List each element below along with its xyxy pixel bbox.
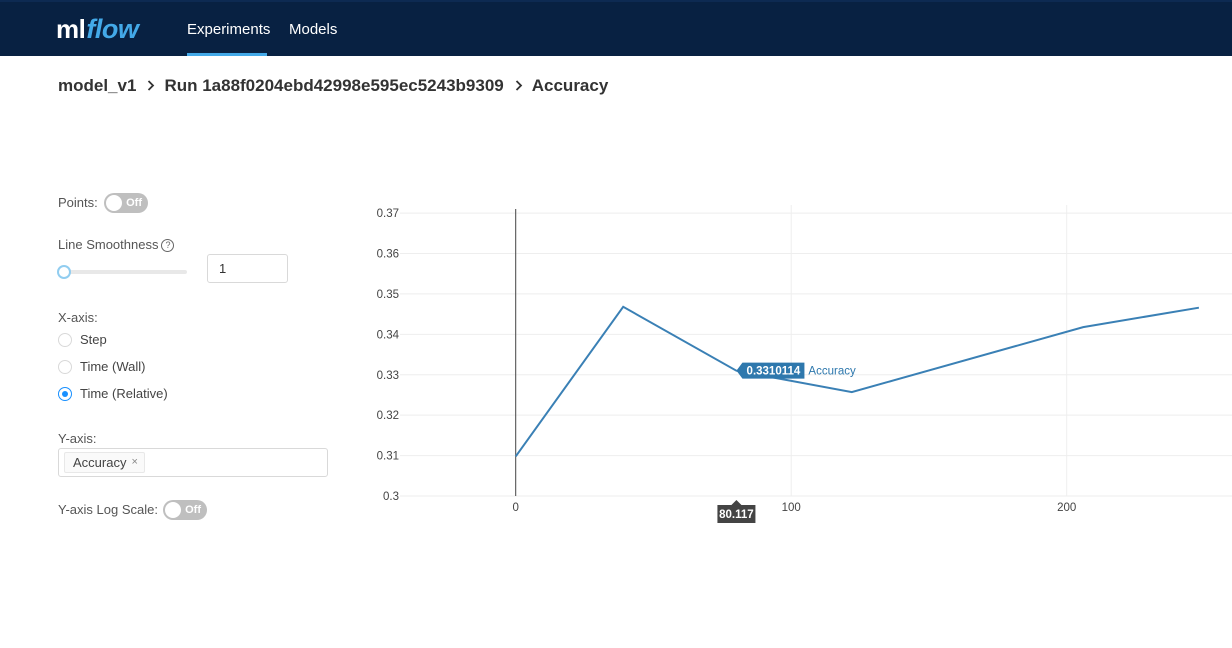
tab-experiments[interactable]: Experiments <box>187 2 270 56</box>
close-icon[interactable]: × <box>131 453 137 472</box>
breadcrumb: model_v1 Run 1a88f0204ebd42998e595ec5243… <box>58 76 608 96</box>
x-axis-label: X-axis: <box>58 310 98 325</box>
smoothness-input[interactable]: 1 <box>207 254 288 283</box>
smoothness-slider-track[interactable] <box>64 270 187 274</box>
hover-series-name: Accuracy <box>808 366 856 378</box>
top-navbar: ml flow Experiments Models <box>0 0 1232 56</box>
help-icon[interactable]: ? <box>161 239 175 252</box>
smoothness-slider-handle[interactable] <box>57 265 71 279</box>
series-line-accuracy <box>514 305 1200 457</box>
radio-time-wall[interactable] <box>58 360 72 374</box>
points-toggle[interactable]: Off <box>104 193 148 213</box>
log-scale-label: Y-axis Log Scale: <box>58 502 158 517</box>
line-smoothness-text: Line Smoothness <box>58 237 159 252</box>
line-smoothness-label: Line Smoothness? <box>58 237 175 252</box>
y-axis-label: Y-axis: <box>58 431 97 446</box>
x-tick-label: 200 <box>1057 502 1076 514</box>
breadcrumb-metric: Accuracy <box>531 76 609 95</box>
chevron-right-icon <box>147 78 155 94</box>
breadcrumb-experiment-link[interactable]: model_v1 <box>58 76 136 96</box>
y-tick-label: 0.34 <box>377 329 400 341</box>
y-tick-label: 0.31 <box>377 451 399 463</box>
y-tick-label: 0.32 <box>377 410 399 422</box>
toggle-knob <box>165 502 181 518</box>
x-tick-label: 0 <box>513 502 519 514</box>
log-scale-toggle[interactable]: Off <box>163 500 207 520</box>
tab-models[interactable]: Models <box>289 2 337 56</box>
radio-step-label[interactable]: Step <box>80 332 107 347</box>
chevron-right-icon <box>515 78 523 94</box>
log-scale-toggle-text: Off <box>185 504 201 516</box>
radio-time-relative[interactable] <box>58 387 72 401</box>
radio-time-wall-label[interactable]: Time (Wall) <box>80 359 145 374</box>
logo-flow-text: flow <box>86 14 139 44</box>
points-toggle-text: Off <box>126 197 142 209</box>
toggle-knob <box>106 195 122 211</box>
breadcrumb-run-link[interactable]: Run 1a88f0204ebd42998e595ec5243b9309 <box>164 76 503 96</box>
hover-x-value: 80.117 <box>719 509 754 521</box>
logo-ml-text: ml <box>56 14 86 44</box>
y-axis-tag-text: Accuracy <box>73 455 127 470</box>
y-axis-select[interactable]: Accuracy × <box>58 448 328 477</box>
y-tick-label: 0.35 <box>377 289 399 301</box>
mlflow-logo[interactable]: ml flow <box>56 14 139 50</box>
accuracy-line-chart[interactable]: 0.3 0.31 0.32 0.33 0.34 0.35 0.36 0.37 0 100 200 0.… <box>360 205 1232 525</box>
radio-time-relative-label[interactable]: Time (Relative) <box>80 386 168 401</box>
y-tick-label: 0.37 <box>377 208 399 220</box>
y-tick-label: 0.36 <box>377 249 399 261</box>
points-label: Points: <box>58 195 98 210</box>
hover-y-value: 0.3310114 <box>747 366 801 378</box>
y-axis-tag-accuracy: Accuracy × <box>64 452 145 473</box>
y-tick-label: 0.33 <box>377 370 399 382</box>
radio-step[interactable] <box>58 333 72 347</box>
y-tick-label: 0.3 <box>383 491 399 503</box>
x-tick-label: 100 <box>782 502 801 514</box>
